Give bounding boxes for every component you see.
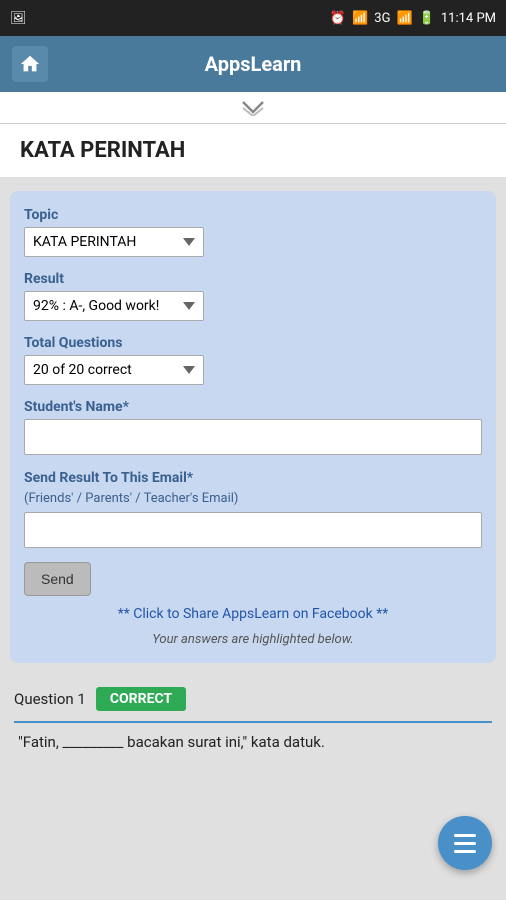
title-bar: AppsLearn <box>0 36 506 92</box>
email-input[interactable] <box>24 512 482 548</box>
correct-badge-1: CORRECT <box>96 687 186 711</box>
answers-note: Your answers are highlighted below. <box>24 632 482 647</box>
home-icon[interactable] <box>12 46 48 82</box>
fab-line-2 <box>454 842 476 845</box>
email-sub-label: (Friends' / Parents' / Teacher's Email) <box>24 491 482 506</box>
question-number-1: Question 1 <box>14 690 86 708</box>
topic-label: Topic <box>24 207 482 223</box>
facebook-link[interactable]: ** Click to Share AppsLearn on Facebook … <box>24 606 482 622</box>
battery-icon: 🔋 <box>419 11 435 26</box>
total-questions-label: Total Questions <box>24 335 482 351</box>
wifi-icon: 📶 <box>352 11 368 26</box>
question-divider-1 <box>14 721 492 723</box>
topic-value: KATA PERINTAH <box>33 234 136 250</box>
alarm-icon: ⏰ <box>330 11 346 26</box>
result-dropdown-arrow <box>183 302 195 310</box>
result-value: 92% : A-, Good work! <box>33 298 159 314</box>
result-label: Result <box>24 271 482 287</box>
topic-dropdown-arrow <box>183 238 195 246</box>
total-questions-dropdown-arrow <box>183 366 195 374</box>
image-icon: 🖼 <box>10 11 27 26</box>
status-bar-left: 🖼 <box>10 11 27 26</box>
signal-icon: 📶 <box>396 11 412 26</box>
main-card: Topic KATA PERINTAH Result 92% : A-, Goo… <box>10 191 496 663</box>
question-text-1: "Fatin, _________ bacakan surat ini," ka… <box>14 731 492 754</box>
section-header: KATA PERINTAH <box>0 124 506 179</box>
section-title: KATA PERINTAH <box>20 138 185 163</box>
app-title: AppsLearn <box>60 52 446 76</box>
status-bar-right: ⏰ 📶 3G 📶 🔋 11:14 PM <box>330 11 496 26</box>
total-questions-value: 20 of 20 correct <box>33 362 132 378</box>
chevron-strip <box>0 92 506 124</box>
time-label: 11:14 PM <box>441 11 496 26</box>
student-name-input[interactable] <box>24 419 482 455</box>
question-row-1: Question 1 CORRECT <box>14 687 492 711</box>
network-label: 3G <box>374 11 390 26</box>
fab-line-3 <box>454 850 476 853</box>
topic-dropdown[interactable]: KATA PERINTAH <box>24 227 204 257</box>
result-dropdown[interactable]: 92% : A-, Good work! <box>24 291 204 321</box>
fab-menu-button[interactable] <box>438 816 492 870</box>
question-section: Question 1 CORRECT "Fatin, _________ bac… <box>0 675 506 754</box>
email-label: Send Result To This Email* <box>24 469 482 489</box>
status-bar: 🖼 ⏰ 📶 3G 📶 🔋 11:14 PM <box>0 0 506 36</box>
student-name-label: Student's Name* <box>24 399 482 415</box>
send-button[interactable]: Send <box>24 562 91 596</box>
fab-icon <box>454 834 476 853</box>
total-questions-dropdown[interactable]: 20 of 20 correct <box>24 355 204 385</box>
fab-line-1 <box>454 834 476 837</box>
